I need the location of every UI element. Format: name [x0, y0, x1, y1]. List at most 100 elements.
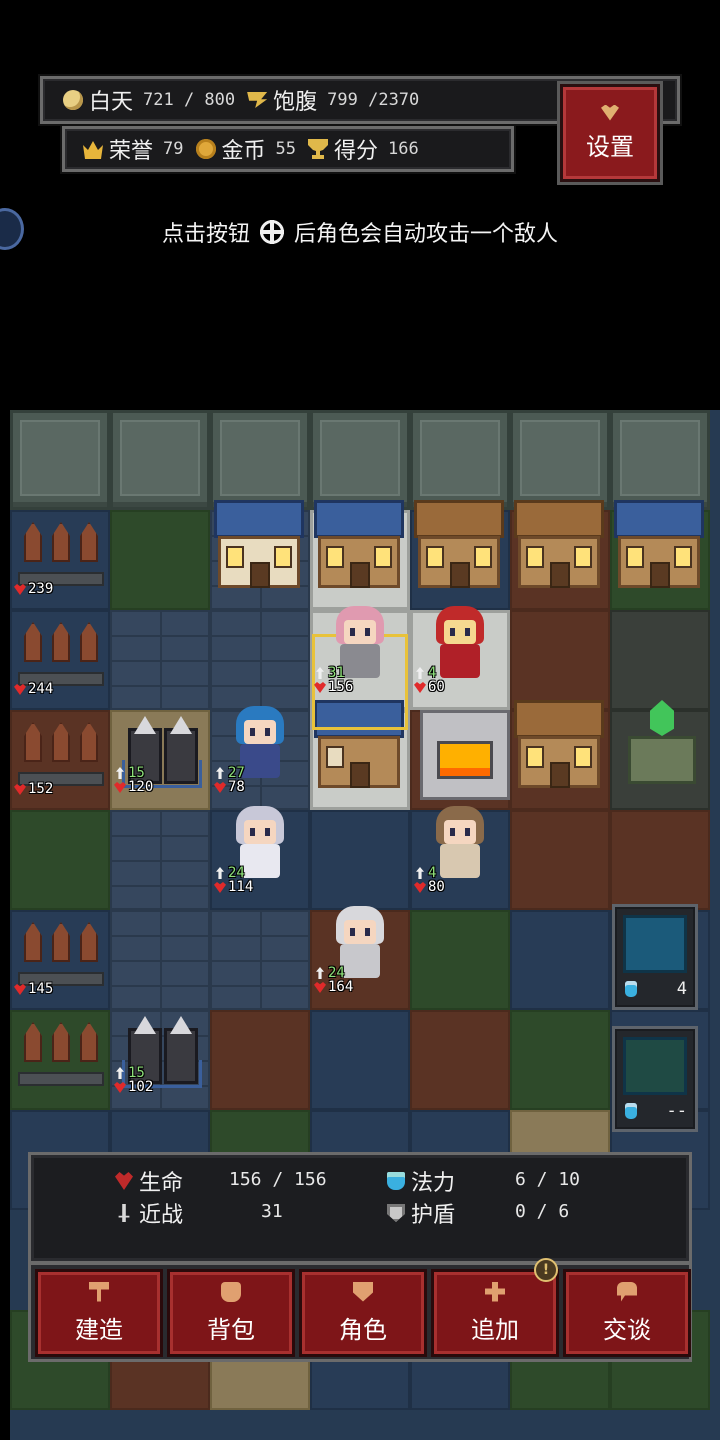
day-value: 721 / 800 — [143, 90, 236, 110]
hammer-icon — [89, 1281, 109, 1302]
mana-label: 法力 — [411, 1171, 456, 1196]
house-building[interactable] — [614, 500, 704, 592]
attack-value: 15 — [114, 1066, 153, 1080]
day-label: 白天 — [89, 90, 134, 115]
house-building[interactable] — [314, 500, 404, 592]
barricade-stats: 152 — [14, 782, 53, 796]
barricade-hp: 152 — [14, 782, 53, 796]
board-tile[interactable] — [210, 1010, 310, 1110]
lightning-skill-slot[interactable]: 4 — [612, 904, 698, 1010]
board-tile[interactable] — [510, 1010, 610, 1110]
shield-label: 护盾 — [411, 1203, 456, 1228]
board-tile[interactable] — [110, 510, 210, 610]
board-tile[interactable] — [10, 810, 110, 910]
house-building[interactable] — [414, 500, 504, 592]
build-label: 建造 — [75, 1315, 123, 1344]
melee-label: 近战 — [139, 1203, 184, 1228]
build-button[interactable]: 建造 — [35, 1269, 163, 1357]
attack-value: 4 — [414, 666, 445, 680]
lightning-icon — [623, 915, 687, 973]
mana-potion-icon — [625, 1103, 637, 1119]
shield-stat: 护盾 0 / 6 — [387, 1197, 569, 1229]
sword-icon — [118, 1204, 130, 1222]
hp-value: 114 — [214, 880, 253, 894]
backpack-button[interactable]: 背包 — [167, 1269, 295, 1357]
character-icon — [353, 1281, 373, 1302]
shield-skill-icon — [623, 1037, 687, 1095]
forge-building[interactable] — [420, 710, 510, 800]
score-stat: 得分 166 — [308, 133, 419, 165]
spike-barricade[interactable] — [18, 514, 104, 586]
hp-value: 80 — [414, 880, 445, 894]
knight-squad-stats: 15 102 — [114, 1066, 153, 1094]
life-value: 156 / 156 — [229, 1169, 327, 1190]
board-tile[interactable] — [310, 1010, 410, 1110]
wall-tile — [410, 410, 510, 510]
life-stat: 生命 156 / 156 — [115, 1165, 327, 1197]
resource-bar-bottom: 荣誉 79 金币 55 得分 166 — [62, 126, 514, 172]
hp-value: 120 — [114, 780, 153, 794]
hunger-label: 饱腹 — [273, 90, 318, 115]
board-tile[interactable] — [610, 610, 710, 710]
character-label: 角色 — [339, 1315, 387, 1344]
spike-barricade[interactable] — [18, 614, 104, 686]
board-tile[interactable] — [510, 810, 610, 910]
spike-barricade[interactable] — [18, 1014, 104, 1086]
board-tile[interactable] — [110, 810, 210, 910]
backpack-label: 背包 — [207, 1315, 255, 1344]
barricade-hp: 244 — [14, 682, 53, 696]
talk-button[interactable]: 交谈 — [563, 1269, 691, 1357]
talk-label: 交谈 — [603, 1315, 651, 1344]
board-tile[interactable] — [110, 610, 210, 710]
wall-tile — [610, 410, 710, 510]
trophy-icon — [308, 139, 328, 159]
honor-label: 荣誉 — [109, 139, 154, 164]
shield-value: 0 / 6 — [515, 1201, 570, 1222]
board-tile[interactable] — [410, 1010, 510, 1110]
attack-value: 31 — [314, 666, 353, 680]
speech-bubble-icon — [617, 1281, 637, 1302]
shield-skill-slot[interactable]: -- — [612, 1026, 698, 1132]
spike-barricade[interactable] — [18, 714, 104, 786]
house-building[interactable] — [514, 700, 604, 792]
attack-value: 27 — [214, 766, 245, 780]
board-tile[interactable] — [210, 610, 310, 710]
barricade-stats: 244 — [14, 682, 53, 696]
food-icon — [247, 92, 268, 108]
settings-label: 设置 — [586, 132, 634, 161]
skill-cost: -- — [625, 1101, 687, 1121]
board-tile[interactable] — [510, 910, 610, 1010]
mana-value: 6 / 10 — [515, 1169, 581, 1190]
gold-stat: 金币 55 — [195, 133, 296, 165]
house-building[interactable] — [214, 500, 304, 592]
board-tile[interactable] — [510, 610, 610, 710]
villager-girl-stats: 4 80 — [414, 866, 445, 894]
character-button[interactable]: 角色 — [299, 1269, 427, 1357]
board-tile[interactable] — [410, 910, 510, 1010]
crystal-shrine[interactable] — [628, 700, 696, 786]
hunger-stat: 饱腹 799 /2370 — [247, 84, 419, 116]
hunger-value: 799 /2370 — [327, 90, 420, 110]
melee-stat: 近战 31 — [115, 1197, 283, 1229]
gold-label: 金币 — [221, 139, 266, 164]
spike-barricade[interactable] — [18, 914, 104, 986]
board-tile[interactable] — [610, 810, 710, 910]
add-button[interactable]: 追加 ! — [431, 1258, 559, 1357]
board-tile[interactable] — [210, 910, 310, 1010]
attack-value: 24 — [214, 866, 253, 880]
board-tile[interactable] — [310, 810, 410, 910]
priest-stats: 24 114 — [214, 866, 253, 894]
settings-button[interactable]: 设置 — [560, 84, 660, 182]
mana-potion-icon — [625, 981, 637, 997]
wall-tile — [210, 410, 310, 510]
coin-icon — [195, 139, 216, 159]
mana-stat: 法力 6 / 10 — [387, 1165, 580, 1197]
house-building[interactable] — [514, 500, 604, 592]
settings-icon — [601, 104, 619, 121]
tutorial-hint: 点击按钮 后角色会自动攻击一个敌人 — [0, 216, 720, 248]
wall-tile — [10, 410, 110, 510]
attack-value: 24 — [314, 966, 353, 980]
sun-icon — [63, 90, 83, 110]
add-label: 追加 — [471, 1315, 519, 1344]
board-tile[interactable] — [110, 910, 210, 1010]
